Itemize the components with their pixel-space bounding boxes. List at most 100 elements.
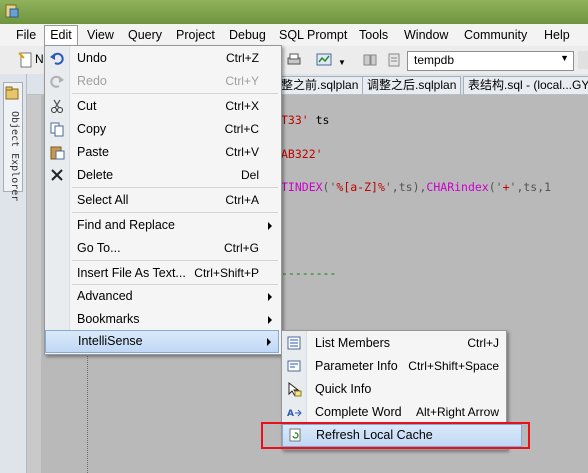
menu-item-delete[interactable]: Delete Del [45,164,279,187]
menu-item-redo[interactable]: Redo Ctrl+Y [45,70,279,93]
database-selector[interactable]: tempdb ▼ [407,51,574,71]
menu-file[interactable]: File [14,27,38,43]
connection-icon[interactable] [386,52,402,68]
undo-shortcut: Ctrl+Z [226,51,259,65]
list-members-label: List Members [315,336,391,350]
menu-community[interactable]: Community [462,27,529,43]
menu-window[interactable]: Window [402,27,450,43]
code-function: CHARindex [426,180,489,194]
cut-shortcut: Ctrl+X [225,99,259,113]
select-all-label: Select All [77,193,129,207]
insert-file-label: Insert File As Text... [77,266,186,280]
menu-tools[interactable]: Tools [357,27,390,43]
copy-shortcut: Ctrl+C [224,122,259,136]
insert-file-shortcut: Ctrl+Shift+P [194,266,259,280]
results-dropdown-icon[interactable]: ▼ [338,58,346,67]
code-string: %[a-Z]% [336,180,385,194]
tab-before-sqlplan[interactable]: 整之前.sqlplan [276,76,364,94]
submenu-arrow-icon [267,338,271,346]
toolbar-overflow[interactable] [578,51,588,69]
menu-item-copy[interactable]: Copy Ctrl+C [45,118,279,141]
menu-project[interactable]: Project [174,27,217,43]
paste-icon [50,146,65,160]
menu-item-advanced[interactable]: Advanced [45,285,279,308]
parameter-info-label: Parameter Info [315,359,398,373]
menu-item-goto[interactable]: Go To... Ctrl+G [45,237,279,260]
menu-item-find-replace[interactable]: Find and Replace [45,214,279,237]
list-members-icon [287,336,301,350]
new-query-label[interactable]: N [35,52,44,66]
menu-item-select-all[interactable]: Select All Ctrl+A [45,189,279,212]
menu-item-paste[interactable]: Paste Ctrl+V [45,141,279,164]
print-icon[interactable] [286,52,302,68]
copy-label: Copy [77,122,107,136]
delete-icon [51,169,63,181]
bookmarks-label: Bookmarks [77,312,140,326]
quick-info-icon [288,381,302,397]
menu-help[interactable]: Help [542,27,572,43]
complete-word-shortcut: Alt+Right Arrow [415,405,499,419]
find-replace-label: Find and Replace [77,218,175,232]
tab-table-structure[interactable]: 表结构.sql - (local...GY [463,76,588,94]
advanced-label: Advanced [77,289,133,303]
annotation-highlight-box [261,422,530,449]
code-punct: (' [322,180,337,194]
submenu-arrow-icon [268,316,272,324]
code-string: T33' [281,113,309,127]
menu-item-quick-info[interactable]: Quick Info [282,378,522,401]
redo-icon [50,75,64,88]
menu-item-insert-file[interactable]: Insert File As Text... Ctrl+Shift+P [45,262,279,285]
menu-item-undo[interactable]: Undo Ctrl+Z [45,47,279,70]
menu-sql-prompt[interactable]: SQL Prompt [277,27,349,43]
select-all-shortcut: Ctrl+A [225,193,259,207]
tab-after-sqlplan[interactable]: 调整之后.sqlplan [362,76,462,94]
code-line-1: T33' ts [281,113,329,127]
delete-shortcut: Del [240,168,259,182]
quick-info-label: Quick Info [315,382,372,396]
code-punct: ',ts), [384,180,427,194]
menu-item-list-members[interactable]: List Members Ctrl+J [282,332,522,355]
undo-icon [50,52,64,65]
menu-bar: File Edit View Query Project Debug SQL P… [0,24,588,47]
code-punct: (' [488,180,503,194]
menu-item-bookmarks[interactable]: Bookmarks [45,308,279,331]
code-line-2: AB322' [281,147,323,161]
parameter-info-shortcut: Ctrl+Shift+Space [408,359,499,373]
chevron-down-icon: ▼ [560,53,569,63]
menu-query[interactable]: Query [126,27,164,43]
menu-item-cut[interactable]: Cut Ctrl+X [45,95,279,118]
delete-label: Delete [77,168,114,182]
menu-item-parameter-info[interactable]: Parameter Info Ctrl+Shift+Space [282,355,522,378]
parse-icon[interactable] [362,52,378,68]
app-icon [5,4,19,18]
code-alias: ts [308,113,330,127]
copy-icon [50,122,64,137]
menu-edit[interactable]: Edit [44,25,78,45]
parameter-info-icon [287,360,301,372]
menu-separator [72,187,278,188]
menu-view[interactable]: View [85,27,116,43]
list-members-shortcut: Ctrl+J [467,336,499,350]
code-function: TINDEX [281,180,323,194]
editor-margin [27,95,41,473]
redo-label: Redo [77,74,107,88]
scissors-icon [51,99,63,113]
complete-word-label: Complete Word [315,405,402,419]
undo-label: Undo [77,51,107,65]
code-comment: -------- [281,266,337,280]
object-explorer-label: Object Explorer [9,111,20,202]
object-explorer-icon [5,86,19,100]
cut-label: Cut [77,99,97,113]
menu-item-complete-word[interactable]: A Complete Word Alt+Right Arrow [282,401,522,424]
goto-label: Go To... [77,241,121,255]
new-query-icon[interactable] [18,52,34,68]
menu-debug[interactable]: Debug [227,27,268,43]
paste-label: Paste [77,145,109,159]
complete-word-icon: A [287,409,302,419]
menu-item-intellisense[interactable]: IntelliSense [45,330,279,353]
code-string: AB322' [281,147,323,161]
goto-shortcut: Ctrl+G [223,241,259,255]
submenu-arrow-icon [268,293,272,301]
results-icon[interactable] [316,52,332,68]
menu-separator [72,212,278,213]
